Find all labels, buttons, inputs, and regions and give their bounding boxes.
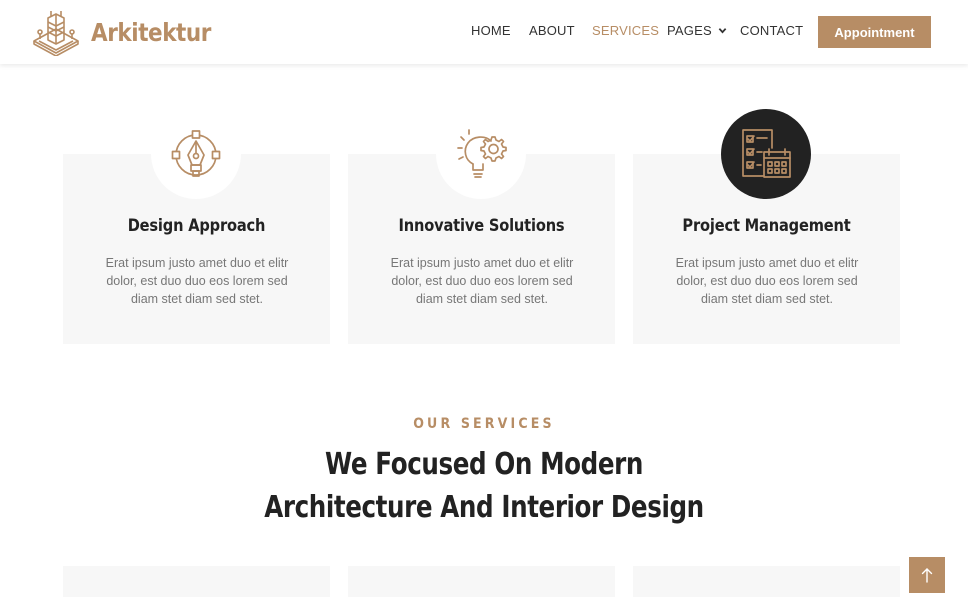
nav-home[interactable]: HOME — [471, 23, 511, 38]
section-title-line1: We Focused On Modern — [325, 447, 643, 482]
nav-pages-label: PAGES — [667, 23, 712, 38]
navbar: Arkitektur HOME ABOUT SERVICES PAGES CON… — [0, 0, 968, 64]
feature-title: Innovative Solutions — [398, 216, 565, 236]
feature-icon-circle — [721, 109, 811, 199]
feature-card-design: Design Approach Erat ipsum justo amet du… — [63, 109, 330, 344]
chevron-down-icon — [718, 28, 727, 34]
service-card — [63, 566, 330, 597]
appointment-button[interactable]: Appointment — [818, 16, 931, 48]
section-title: We Focused On Modern Architecture And In… — [87, 443, 881, 529]
feature-icon-circle — [436, 109, 526, 199]
feature-text: Erat ipsum justo amet duo et elitr dolor… — [105, 256, 289, 306]
feature-card-innovative: Innovative Solutions Erat ipsum justo am… — [348, 109, 615, 344]
section-subtitle: OUR SERVICES — [413, 416, 555, 432]
nav-about[interactable]: ABOUT — [529, 23, 575, 38]
nav-pages[interactable]: PAGES — [667, 23, 727, 38]
feature-title: Design Approach — [127, 216, 266, 236]
feature-text: Erat ipsum justo amet duo et elitr dolor… — [390, 256, 574, 306]
service-card — [633, 566, 900, 597]
pen-tool-icon — [171, 130, 221, 177]
lightbulb-gear-icon — [457, 129, 507, 178]
nav-services[interactable]: SERVICES — [592, 23, 659, 38]
back-to-top-button[interactable] — [909, 557, 945, 593]
feature-text: Erat ipsum justo amet duo et elitr dolor… — [675, 256, 859, 306]
feature-icon-circle — [151, 109, 241, 199]
service-card — [348, 566, 615, 597]
checklist-calendar-icon — [742, 129, 791, 178]
feature-card-project: Project Management Erat ipsum justo amet… — [633, 109, 900, 344]
arrow-up-icon — [921, 568, 933, 583]
feature-title: Project Management — [682, 216, 851, 236]
nav-contact[interactable]: CONTACT — [740, 23, 803, 38]
section-title-line2: Architecture And Interior Design — [264, 490, 704, 525]
